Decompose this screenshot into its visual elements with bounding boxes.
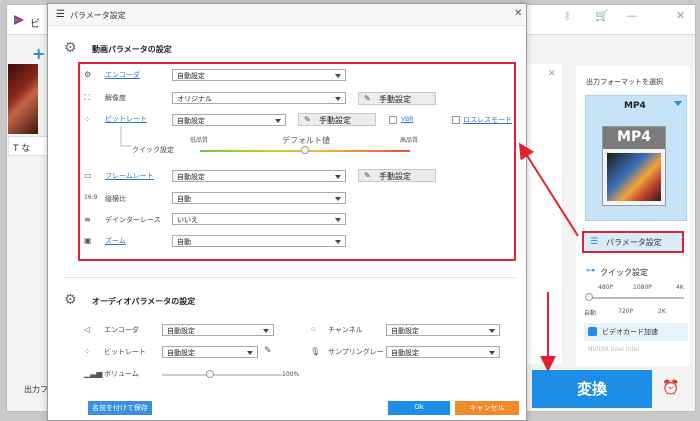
dialog-close-icon[interactable]: ✕ xyxy=(514,8,522,19)
audio-bitrate-value: 自動設定 xyxy=(167,349,195,357)
res-tick-2k: 2K xyxy=(658,308,666,315)
volume-slider-handle[interactable] xyxy=(206,370,214,378)
gpu-acceleration-toggle[interactable]: ビデオカード加速 xyxy=(584,323,688,341)
file-item-panel xyxy=(522,64,562,364)
samplerate-label: サンプリングレート xyxy=(328,348,391,356)
format-dropdown-icon[interactable] xyxy=(674,101,682,106)
audio-settings-icon: ⚙ xyxy=(64,292,77,308)
quick-settings-icon: ⊶ xyxy=(586,266,595,276)
close-icon[interactable]: ✕ xyxy=(676,9,685,22)
video-settings-icon: ⚙ xyxy=(64,40,77,56)
channel-select[interactable]: 自動設定 xyxy=(386,324,500,336)
gpu-vendor-logos: NVIDIA intel Intel xyxy=(588,346,640,353)
channel-label: チャンネル xyxy=(328,326,363,334)
quick-settings-label: クイック設定 xyxy=(600,268,648,277)
res-tick-1080p: 1080P xyxy=(633,284,652,291)
res-tick-auto: 自動 xyxy=(584,310,597,317)
section-divider xyxy=(64,277,516,278)
add-file-button[interactable]: + xyxy=(32,44,45,63)
subtitle-field[interactable]: T な xyxy=(8,136,48,156)
res-tick-720p: 720P xyxy=(618,308,634,315)
audio-bitrate-label: ビットレート xyxy=(104,348,146,356)
dialog-title: パラメータ設定 xyxy=(70,11,126,20)
minimize-icon[interactable]: — xyxy=(626,9,637,22)
audio-encoder-select[interactable]: 自動設定 xyxy=(162,324,274,336)
volume-label: ボリューム xyxy=(104,370,139,378)
audio-encoder-icon: ◁ xyxy=(84,325,91,334)
channel-value: 自動設定 xyxy=(391,327,419,335)
gpu-checkbox[interactable] xyxy=(588,327,597,336)
mp4-file-icon-art xyxy=(607,153,661,201)
main-window-title: ビ xyxy=(30,19,40,30)
alarm-clock-icon[interactable]: ⏰ xyxy=(662,380,679,396)
audio-section-title: オーディオパラメータの設定 xyxy=(92,297,196,306)
samplerate-value: 自動設定 xyxy=(391,349,419,357)
app-logo-icon xyxy=(14,15,24,25)
microphone-icon: 🎙 xyxy=(310,347,321,356)
audio-bitrate-select[interactable]: 自動設定 xyxy=(162,346,258,358)
audio-encoder-value: 自動設定 xyxy=(167,327,195,335)
cancel-button[interactable]: キャンセル xyxy=(455,401,519,415)
audio-encoder-label: エンコーダ xyxy=(104,326,139,334)
channel-icon: ⁘ xyxy=(310,325,317,334)
res-tick-4k: 4K xyxy=(676,284,684,291)
output-format-title: 出力フォーマットを選択 xyxy=(586,78,663,86)
dialog-settings-icon: ☰ xyxy=(56,9,65,20)
mp4-file-icon-label: MP4 xyxy=(603,127,665,149)
sliders-icon: ☰ xyxy=(590,237,599,247)
output-folder-label: 出力フ xyxy=(24,385,48,394)
cart-icon[interactable]: 🛒 xyxy=(595,9,609,22)
resolution-slider-track[interactable] xyxy=(588,297,684,299)
volume-slider-track[interactable] xyxy=(162,374,282,376)
audio-bitrate-edit-icon[interactable]: ✎ xyxy=(264,346,272,356)
audio-bitrate-icon: ⁘ xyxy=(84,347,91,356)
video-section-title: 動画パラメータの設定 xyxy=(92,45,172,54)
resolution-slider-handle[interactable] xyxy=(585,293,593,301)
mp4-file-icon: MP4 xyxy=(602,126,666,206)
save-as-button[interactable]: 名前を付けて保存 xyxy=(88,401,152,415)
video-settings-highlight xyxy=(78,62,516,261)
volume-value: 100% xyxy=(282,371,300,378)
ok-button[interactable]: Ok xyxy=(388,401,450,415)
convert-button[interactable]: 変換 xyxy=(532,370,652,408)
format-name: MP4 xyxy=(624,101,646,111)
res-tick-480p: 480P xyxy=(598,284,614,291)
key-icon[interactable]: ⚷ xyxy=(563,9,571,22)
remove-file-icon[interactable]: ✕ xyxy=(548,69,556,79)
video-thumbnail[interactable] xyxy=(8,64,38,134)
volume-icon: ▁▃▅ xyxy=(84,369,103,378)
samplerate-select[interactable]: 自動設定 xyxy=(386,346,500,358)
